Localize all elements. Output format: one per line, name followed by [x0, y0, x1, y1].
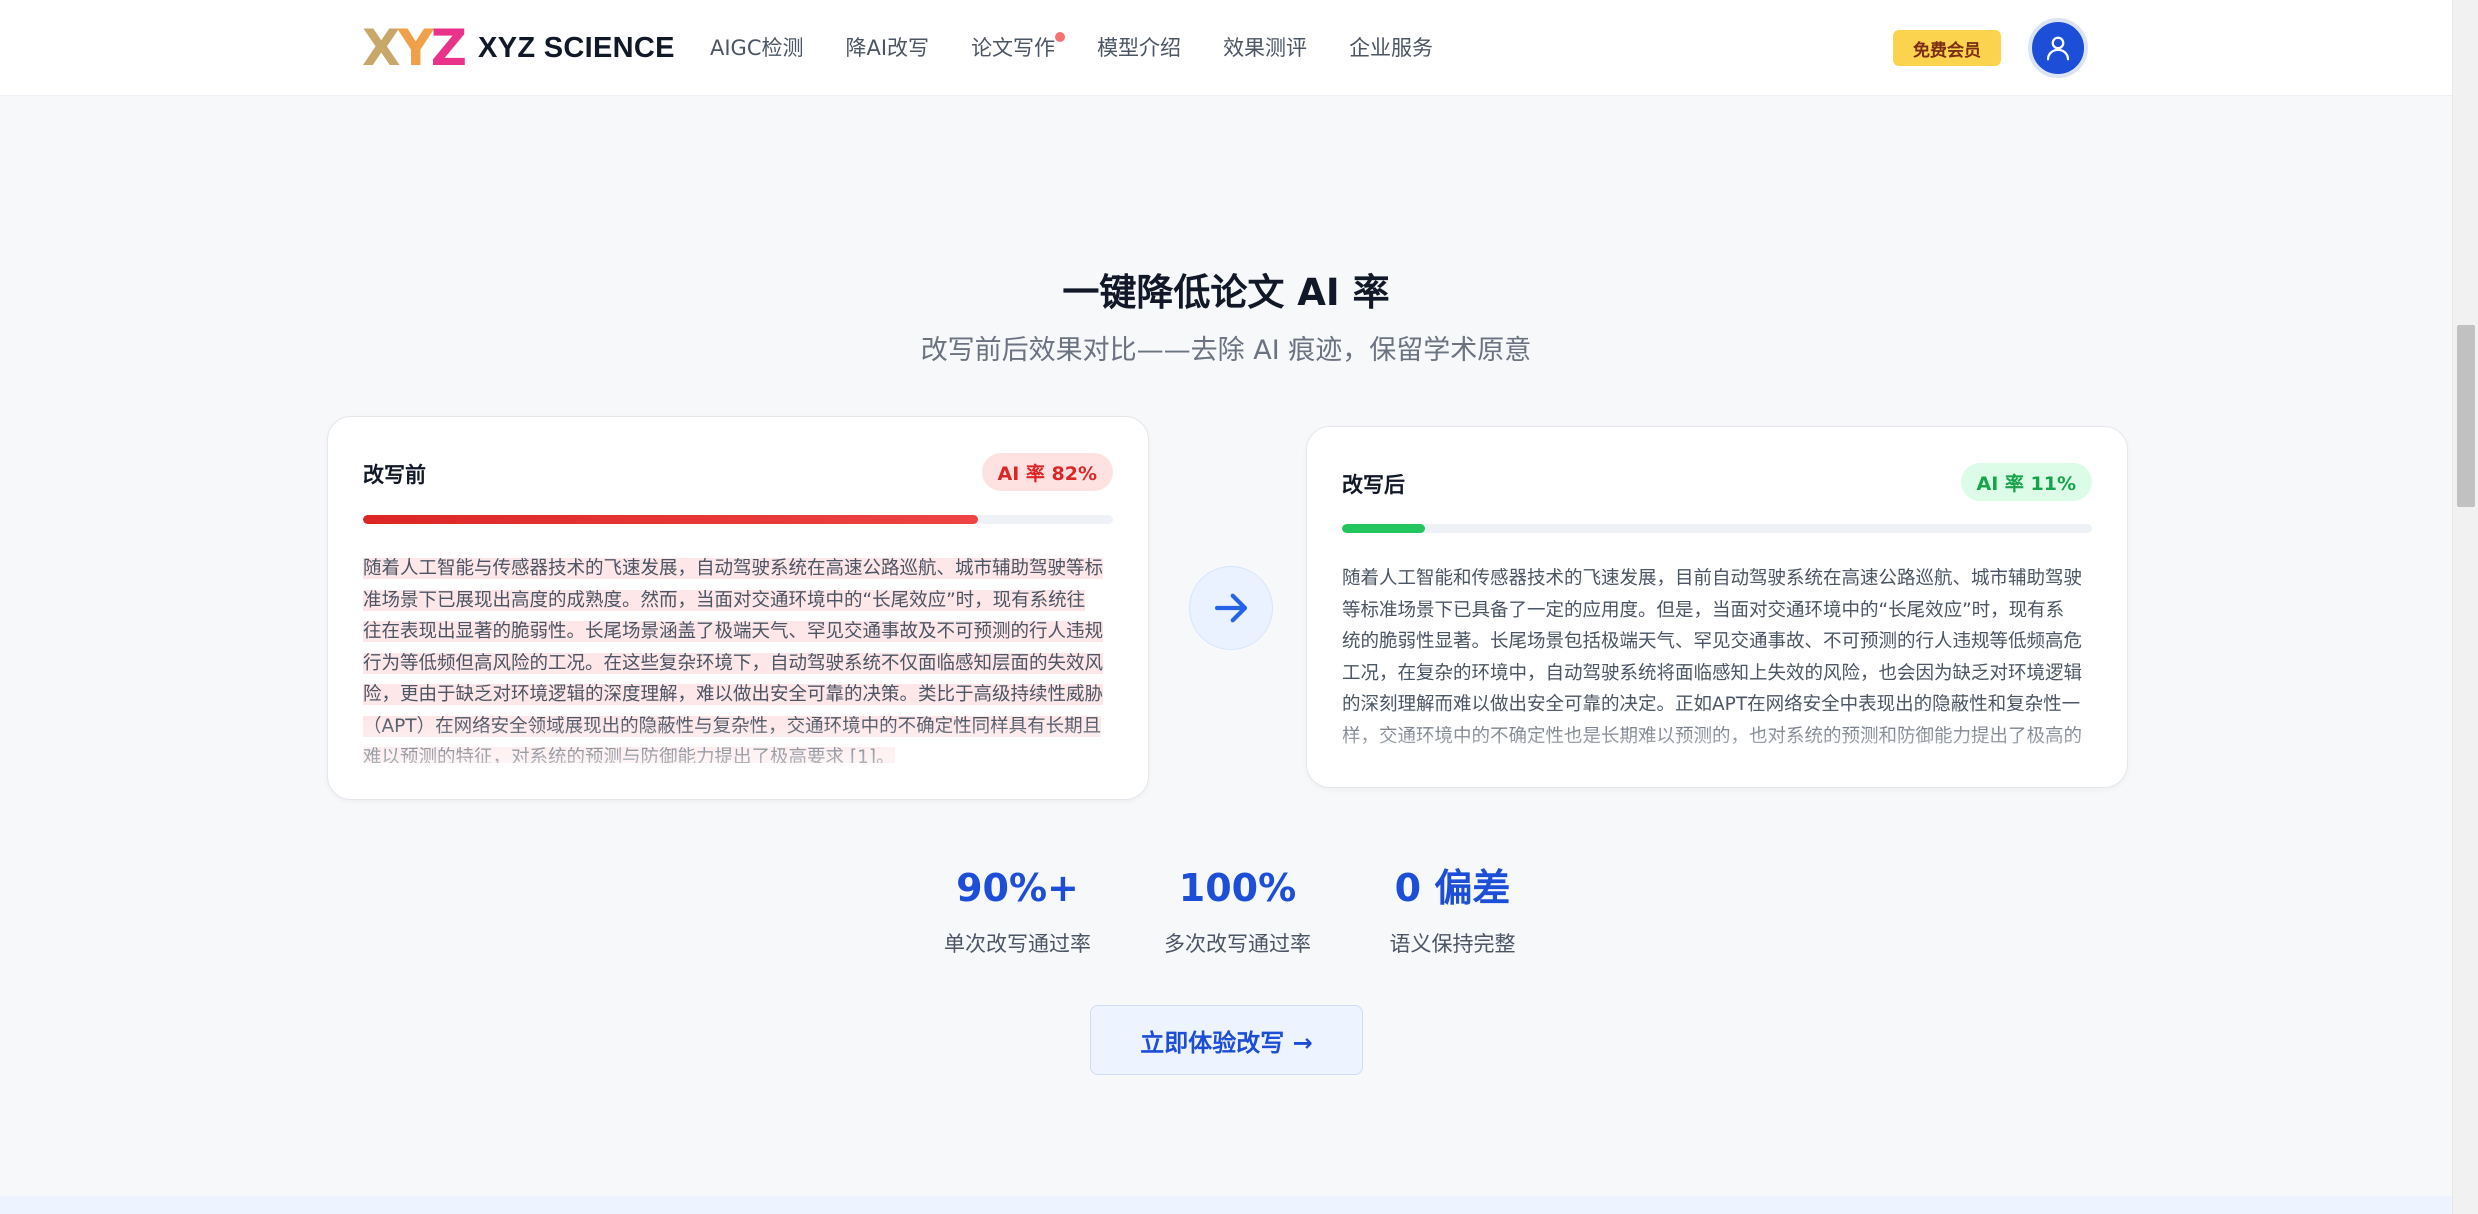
stat-label: 单次改写通过率 [944, 932, 1091, 956]
stat-value: 90%+ [956, 866, 1079, 910]
before-rate-bar [363, 515, 1113, 524]
user-icon [2046, 36, 2070, 61]
logo-letter-x: X [362, 19, 401, 77]
nav-label: 企业服务 [1349, 36, 1434, 60]
nav-item-aigc-detect[interactable]: AIGC检测 [710, 30, 804, 66]
logo-letter-y: Y [397, 19, 434, 77]
compare-arrow [1189, 566, 1273, 650]
arrow-right-icon [1214, 593, 1248, 623]
stat-label: 多次改写通过率 [1164, 932, 1311, 956]
after-text-fade [1308, 706, 2126, 786]
section-subtitle: 改写前后效果对比——去除 AI 痕迹，保留学术原意 [920, 335, 1532, 366]
nav-label: 模型介绍 [1097, 36, 1182, 60]
try-rewrite-button[interactable]: 立即体验改写 → [1090, 1005, 1363, 1075]
section-title: 一键降低论文 AI 率 [1062, 271, 1390, 314]
free-member-button[interactable]: 免费会员 [1893, 30, 2001, 66]
top-header: X Y Z XYZ SCIENCE AIGC检测 降AI改写 论文写作 模型介绍… [0, 0, 2452, 96]
nav-item-paper-writing[interactable]: 论文写作 [971, 30, 1066, 66]
nav-item-enterprise[interactable]: 企业服务 [1349, 30, 1433, 66]
before-ai-rate-badge: AI 率 82% [981, 453, 1113, 491]
stat-label: 语义保持完整 [1389, 932, 1516, 956]
after-rate-bar-fill [1342, 524, 1425, 533]
before-label: 改写前 [363, 463, 426, 487]
logo-letter-z: Z [430, 19, 467, 77]
logo-text: XYZ SCIENCE [478, 31, 675, 64]
after-label: 改写后 [1342, 473, 1405, 497]
logo-mark: X Y Z [362, 19, 467, 77]
next-section-edge [0, 1196, 2452, 1214]
nav-item-model-intro[interactable]: 模型介绍 [1097, 30, 1181, 66]
nav-label: AIGC检测 [710, 36, 804, 60]
nav-label: 效果测评 [1223, 36, 1308, 60]
nav-label: 降AI改写 [845, 36, 930, 60]
stat-single-pass: 90%+ 单次改写通过率 [940, 862, 1095, 958]
scrollbar-thumb[interactable] [2457, 325, 2475, 507]
page-scrollbar[interactable] [2452, 0, 2478, 1214]
main-nav: AIGC检测 降AI改写 论文写作 模型介绍 效果测评 企业服务 [710, 30, 1475, 66]
after-ai-rate-badge: AI 率 11% [1960, 463, 2092, 501]
stat-value: 0 偏差 [1394, 866, 1511, 910]
before-card: 改写前 AI 率 82% 随着人工智能与传感器技术的飞速发展，自动驾驶系统在高速… [327, 416, 1149, 800]
notification-dot [1055, 32, 1066, 42]
after-card: 改写后 AI 率 11% 随着人工智能和传感器技术的飞速发展，目前自动驾驶系统在… [1306, 426, 2128, 788]
before-text-fade [329, 718, 1147, 798]
stat-semantic: 0 偏差 语义保持完整 [1375, 862, 1530, 958]
nav-item-evaluation[interactable]: 效果测评 [1223, 30, 1307, 66]
stat-value: 100% [1178, 866, 1297, 910]
before-rate-bar-fill [363, 515, 978, 524]
nav-label: 论文写作 [971, 36, 1056, 60]
avatar-button[interactable] [2028, 18, 2088, 78]
after-rate-bar [1342, 524, 2092, 533]
logo[interactable]: X Y Z XYZ SCIENCE [362, 19, 675, 77]
stat-multi-pass: 100% 多次改写通过率 [1160, 862, 1315, 958]
nav-item-reduce-ai[interactable]: 降AI改写 [846, 30, 930, 66]
